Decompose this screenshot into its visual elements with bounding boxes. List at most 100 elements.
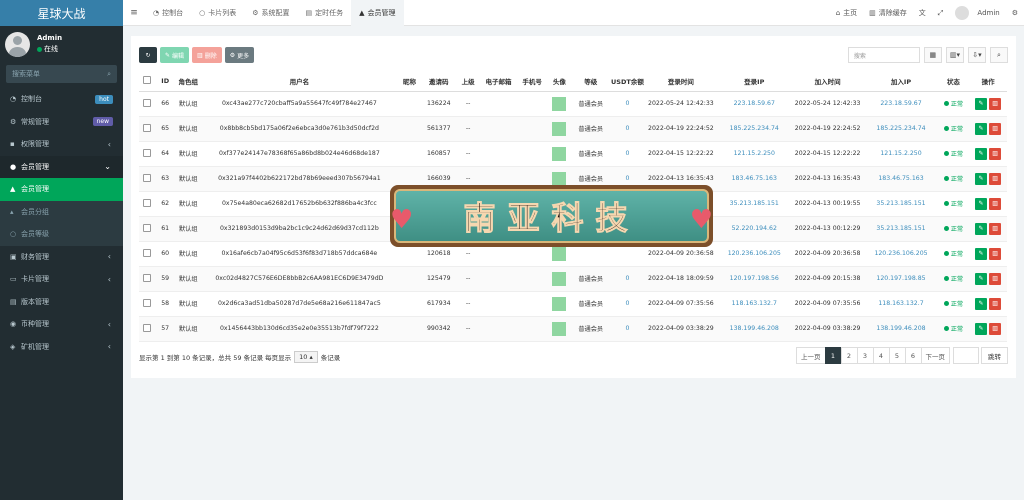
jump-page-input[interactable] <box>953 347 979 364</box>
row-checkbox[interactable] <box>143 123 152 132</box>
app-logo[interactable]: 星球大战 <box>0 0 123 26</box>
page-button[interactable]: 2 <box>840 347 858 364</box>
table-row[interactable]: 58 默认组 0x2d6ca3ad51dba50287d7de5e68a216e61… <box>139 291 1007 317</box>
user-menu[interactable]: Admin <box>949 6 1005 20</box>
table-search-input[interactable]: 搜索 <box>847 47 920 63</box>
edit-button[interactable]: ✎ 编辑 <box>160 47 190 63</box>
delete-row-button[interactable]: ▥ <box>989 122 1002 135</box>
delete-row-button[interactable]: ▥ <box>989 222 1002 235</box>
edit-row-button[interactable]: ✎ <box>975 297 988 310</box>
language-icon[interactable]: 文 <box>913 8 932 18</box>
sidebar-item-miners[interactable]: ◈ 矿机管理 ‹ <box>0 336 123 359</box>
delete-row-button[interactable]: ▥ <box>989 97 1002 110</box>
column-header[interactable]: 手机号 <box>516 71 548 92</box>
more-button[interactable]: ⚙ 更多 <box>224 47 255 63</box>
page-button[interactable]: 5 <box>888 347 906 364</box>
edit-row-button[interactable]: ✎ <box>975 222 988 235</box>
sidebar-item-finance[interactable]: ▣ 财务管理 ‹ <box>0 246 123 269</box>
sidebar-item-currency[interactable]: ◉ 币种管理 ‹ <box>0 313 123 336</box>
menu-toggle-icon[interactable]: ≡ <box>123 8 145 18</box>
table-row[interactable]: 59 默认组 0xc02d4827C576E6DE8bbB2c6AA981EC6D9… <box>139 266 1007 292</box>
fullscreen-icon[interactable]: ⤢ <box>932 9 950 18</box>
column-header[interactable]: 登录IP <box>717 71 791 92</box>
row-checkbox[interactable] <box>143 98 152 107</box>
sidebar-item-member-group[interactable]: ● 会员管理 ⌄ <box>0 155 123 178</box>
per-page-select[interactable]: 10 ▴ <box>294 351 318 363</box>
edit-row-button[interactable]: ✎ <box>975 97 988 110</box>
column-header[interactable]: USDT余额 <box>610 71 645 92</box>
sidebar-item-permissions[interactable]: ▪ 权限管理 ‹ <box>0 133 123 156</box>
edit-row-button[interactable]: ✎ <box>975 272 988 285</box>
search-icon[interactable]: ⌕ <box>990 47 1008 63</box>
tab-member-manage[interactable]: ▲ 会员管理 <box>351 0 404 26</box>
delete-button[interactable]: ▥ 删除 <box>192 47 222 63</box>
delete-row-button[interactable]: ▥ <box>989 272 1002 285</box>
page-button[interactable]: 4 <box>872 347 890 364</box>
row-checkbox[interactable] <box>143 223 152 232</box>
column-header[interactable]: 状态 <box>937 71 970 92</box>
edit-row-button[interactable]: ✎ <box>975 172 988 185</box>
column-header[interactable]: ID <box>155 71 175 92</box>
column-header[interactable]: 电子邮箱 <box>480 71 517 92</box>
tab-card-list[interactable]: ○ 卡片列表 <box>191 0 244 26</box>
column-header[interactable]: 加入IP <box>864 71 938 92</box>
page-button[interactable]: 1 <box>824 347 842 364</box>
settings-icon[interactable]: ⚙ <box>1006 9 1024 17</box>
delete-row-button[interactable]: ▥ <box>989 297 1002 310</box>
menu-search-input[interactable]: 搜索菜单 ⌕ <box>6 65 117 83</box>
edit-row-button[interactable]: ✎ <box>975 247 988 260</box>
sidebar-item-member-levels[interactable]: ○ 会员等级 <box>0 223 123 246</box>
column-header[interactable]: 邀请码 <box>422 71 456 92</box>
edit-row-button[interactable]: ✎ <box>975 122 988 135</box>
sidebar-item-cards[interactable]: ▭ 卡片管理 ‹ <box>0 268 123 291</box>
row-checkbox[interactable] <box>143 298 152 307</box>
row-checkbox[interactable] <box>143 148 152 157</box>
delete-row-button[interactable]: ▥ <box>989 247 1002 260</box>
home-link[interactable]: ⌂ 主页 <box>830 8 863 18</box>
page-button[interactable]: 6 <box>904 347 922 364</box>
table-row[interactable]: 64 默认组 0xf377e24147e78368f65a86bd8b024e46d… <box>139 141 1007 167</box>
sidebar-item-general[interactable]: ⚙ 常规管理 new <box>0 111 123 134</box>
table-row[interactable]: 65 默认组 0x8bb8cb5bd175a06f2e6ebca3d0e761b3d… <box>139 116 1007 142</box>
row-checkbox[interactable] <box>143 323 152 332</box>
clear-cache-button[interactable]: ▥ 清除缓存 <box>863 8 913 18</box>
column-header[interactable]: 用户名 <box>201 71 397 92</box>
column-header[interactable]: 加入时间 <box>790 71 865 92</box>
column-header[interactable]: 等级 <box>570 71 611 92</box>
tab-dashboard[interactable]: ◔ 控制台 <box>145 0 191 26</box>
select-all-checkbox[interactable] <box>143 75 152 84</box>
column-header[interactable]: 头像 <box>547 71 571 92</box>
row-checkbox[interactable] <box>143 173 152 182</box>
next-page-button[interactable]: 下一页 <box>920 347 950 364</box>
row-checkbox[interactable] <box>143 248 152 257</box>
export-dropdown-icon[interactable]: ⇩▾ <box>968 47 986 63</box>
table-view-toggle-icon[interactable]: ▦ <box>923 47 942 63</box>
table-row[interactable]: 66 默认组 0xc43ae277c720cbaff5a9a55647fc49f78… <box>139 91 1007 117</box>
jump-button[interactable]: 跳转 <box>981 347 1008 364</box>
edit-row-button[interactable]: ✎ <box>975 147 988 160</box>
sidebar-item-member-manage[interactable]: ▲ 会员管理 <box>0 178 123 201</box>
prev-page-button[interactable]: 上一页 <box>796 347 826 364</box>
table-row[interactable]: 57 默认组 0x1456443bb130d6cd35e2e0e35513b7fdf… <box>139 316 1007 342</box>
delete-row-button[interactable]: ▥ <box>989 147 1002 160</box>
page-button[interactable]: 3 <box>856 347 874 364</box>
column-header[interactable]: 昵称 <box>396 71 423 92</box>
column-header[interactable]: 角色组 <box>174 71 202 92</box>
delete-row-button[interactable]: ▥ <box>989 172 1002 185</box>
column-header[interactable]: 上级 <box>455 71 481 92</box>
sidebar-item-versions[interactable]: ▤ 版本管理 <box>0 291 123 314</box>
column-header[interactable]: 登录时间 <box>644 71 718 92</box>
delete-row-button[interactable]: ▥ <box>989 197 1002 210</box>
edit-row-button[interactable]: ✎ <box>975 322 988 335</box>
columns-dropdown-icon[interactable]: ▥▾ <box>945 47 964 63</box>
row-checkbox[interactable] <box>143 273 152 282</box>
tab-cron-tasks[interactable]: ▤ 定时任务 <box>298 0 352 26</box>
refresh-button[interactable]: ↻ <box>139 47 157 63</box>
delete-row-button[interactable]: ▥ <box>989 322 1002 335</box>
search-icon[interactable]: ⌕ <box>107 70 111 79</box>
sidebar-item-member-groups[interactable]: ▴ 会员分组 <box>0 200 123 223</box>
edit-row-button[interactable]: ✎ <box>975 197 988 210</box>
tab-system-config[interactable]: ⚙ 系统配置 <box>244 0 297 26</box>
sidebar-item-dashboard[interactable]: ◔ 控制台 hot <box>0 88 123 111</box>
row-checkbox[interactable] <box>143 198 152 207</box>
